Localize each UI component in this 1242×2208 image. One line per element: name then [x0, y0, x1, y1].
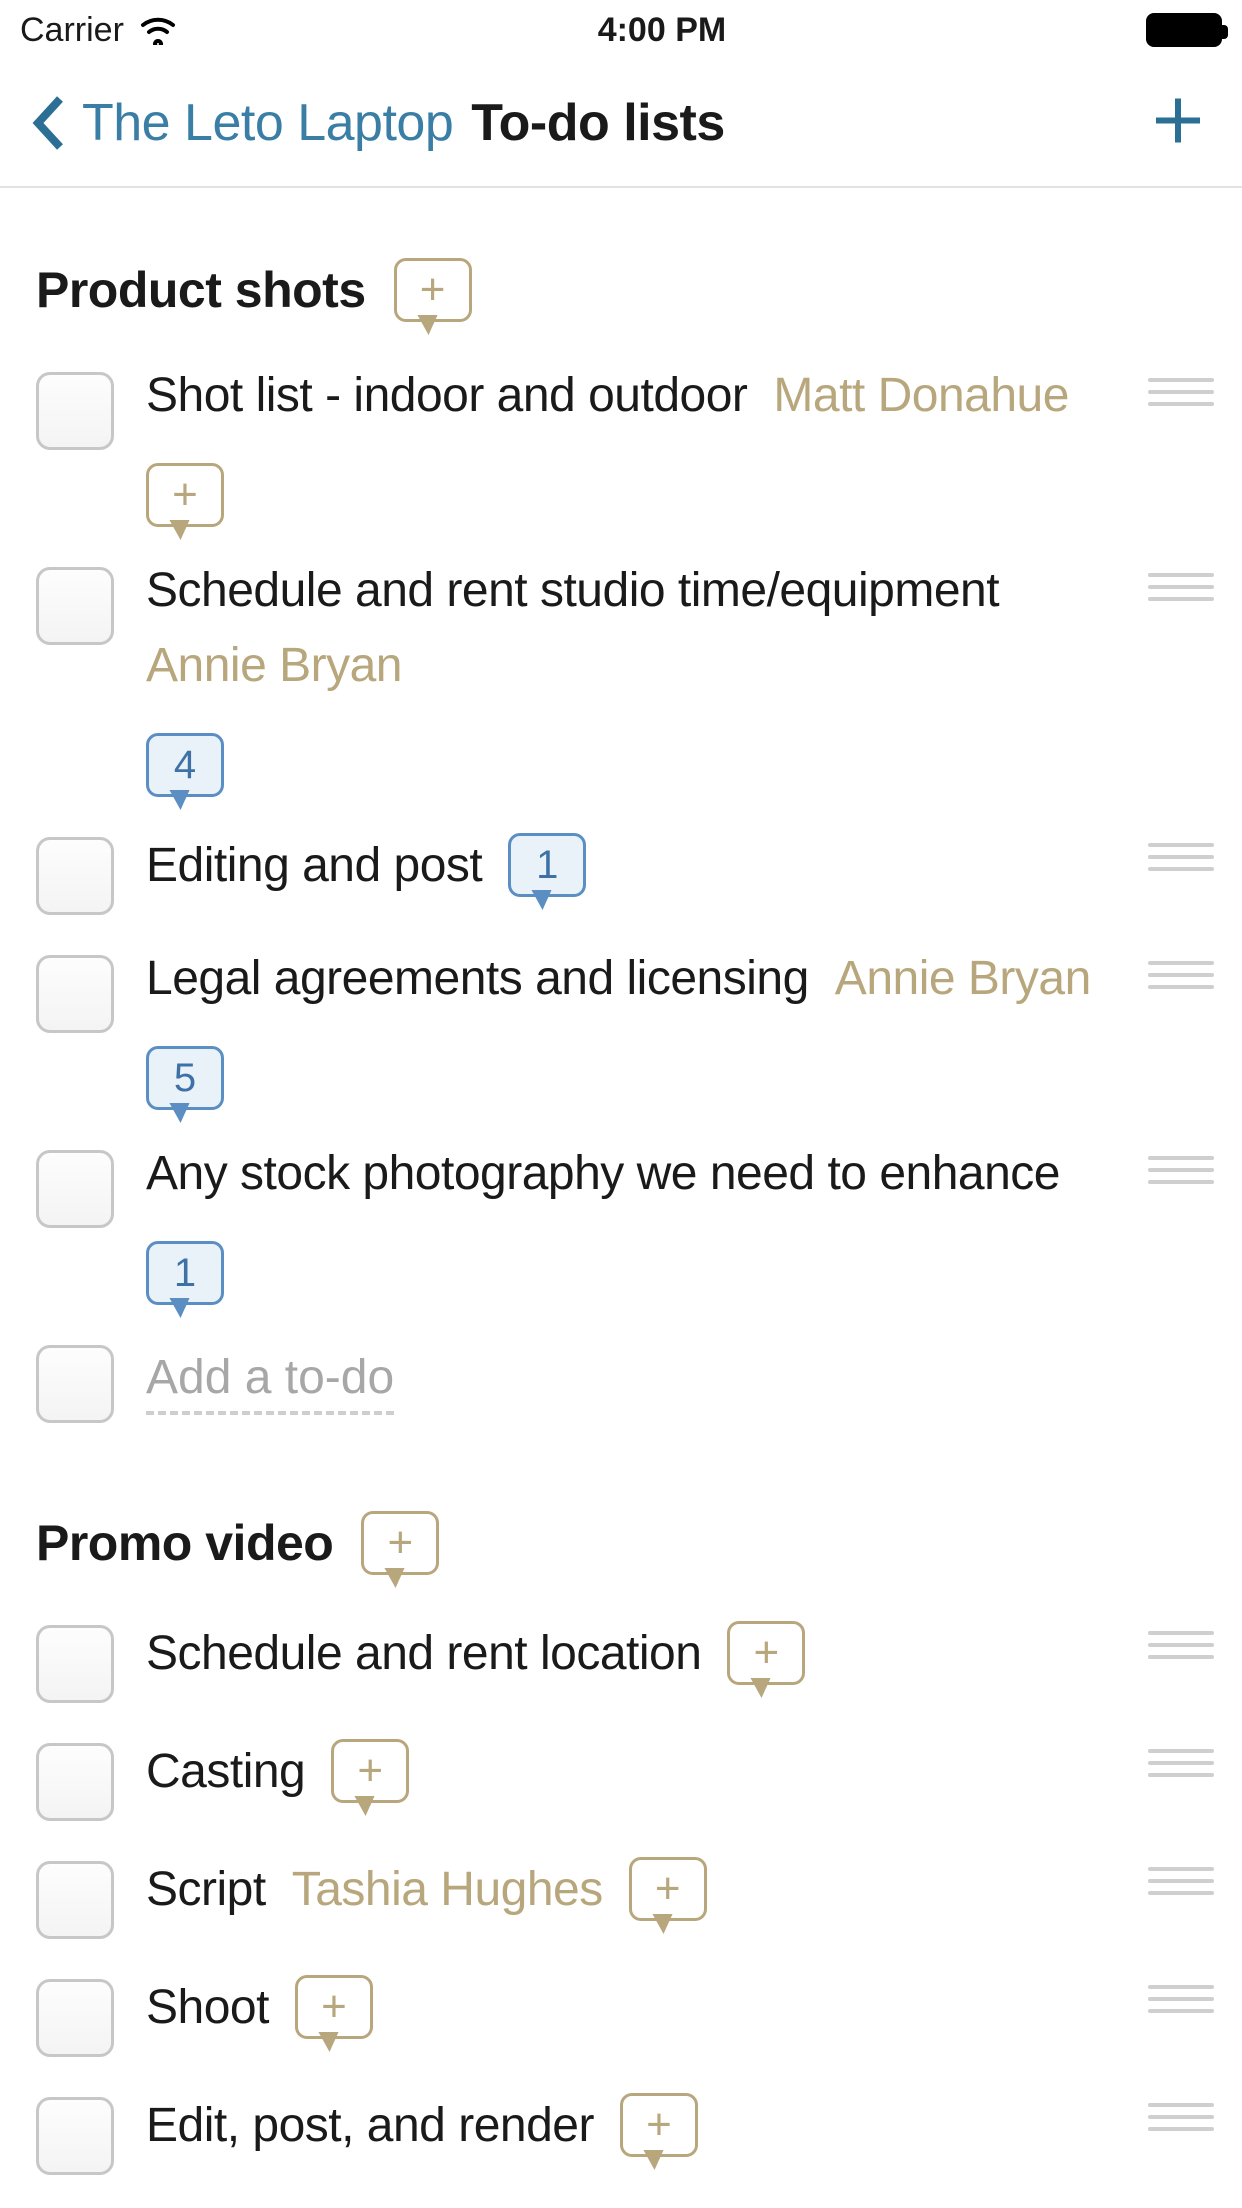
todo-checkbox[interactable]	[36, 372, 114, 450]
todo-row: Schedule and rent location +	[36, 1603, 1206, 1721]
add-list-button[interactable]	[1150, 93, 1206, 154]
todo-row: Any stock photography we need to enhance…	[36, 1128, 1206, 1323]
todo-title[interactable]: Edit, post, and render	[146, 2098, 594, 2153]
todo-checkbox[interactable]	[36, 1150, 114, 1228]
wifi-icon	[138, 15, 178, 45]
todo-title[interactable]: Schedule and rent location	[146, 1626, 701, 1681]
list-title[interactable]: Promo video	[36, 1514, 333, 1572]
battery-icon	[1146, 13, 1222, 47]
drag-handle-icon[interactable]	[1148, 372, 1214, 412]
drag-handle-icon[interactable]	[1148, 2097, 1214, 2137]
todo-assignee[interactable]: Matt Donahue	[773, 368, 1069, 423]
todo-title[interactable]: Shoot	[146, 1980, 269, 2035]
todo-title[interactable]: Editing and post	[146, 838, 482, 893]
drag-handle-icon[interactable]	[1148, 955, 1214, 995]
todo-row: Legal agreements and licensing Annie Brya…	[36, 933, 1206, 1128]
drag-handle-icon[interactable]	[1148, 837, 1214, 877]
page-title: To-do lists	[471, 93, 725, 153]
plus-icon: +	[655, 1864, 681, 1914]
add-comment-bubble[interactable]: +	[331, 1739, 409, 1803]
todo-row: Casting +	[36, 1721, 1206, 1839]
add-comment-bubble[interactable]: +	[146, 463, 224, 527]
add-comment-bubble[interactable]: +	[629, 1857, 707, 1921]
todo-title[interactable]: Script	[146, 1862, 266, 1917]
list-add-comment-bubble[interactable]: +	[361, 1511, 439, 1575]
plus-icon: +	[321, 1982, 347, 2032]
status-time: 4:00 PM	[598, 11, 727, 50]
todo-checkbox[interactable]	[36, 837, 114, 915]
todo-checkbox[interactable]	[36, 567, 114, 645]
add-comment-bubble[interactable]: +	[727, 1621, 805, 1685]
todo-title[interactable]: Legal agreements and licensing	[146, 951, 809, 1006]
plus-icon: +	[646, 2100, 672, 2150]
todo-checkbox[interactable]	[36, 1743, 114, 1821]
carrier-label: Carrier	[20, 11, 124, 50]
todo-assignee[interactable]: Tashia Hughes	[292, 1862, 603, 1917]
comment-count-bubble[interactable]: 4	[146, 733, 224, 797]
drag-handle-icon[interactable]	[1148, 1743, 1214, 1783]
todo-checkbox[interactable]	[36, 1625, 114, 1703]
back-label[interactable]: The Leto Laptop	[82, 93, 453, 153]
todo-checkbox[interactable]	[36, 955, 114, 1033]
status-bar: Carrier 4:00 PM	[0, 0, 1242, 60]
add-todo-placeholder[interactable]: Add a to-do	[146, 1350, 394, 1415]
todo-list-section: Promo video + Schedule and rent location…	[36, 1511, 1206, 2193]
drag-handle-icon[interactable]	[1148, 1150, 1214, 1190]
todo-row: Script Tashia Hughes +	[36, 1839, 1206, 1957]
todo-row: Schedule and rent studio time/equipment A…	[36, 545, 1206, 815]
list-title[interactable]: Product shots	[36, 261, 366, 319]
comment-count-bubble[interactable]: 1	[146, 1241, 224, 1305]
todo-checkbox[interactable]	[36, 1345, 114, 1423]
list-add-comment-bubble[interactable]: +	[394, 258, 472, 322]
nav-bar: The Leto Laptop To-do lists	[0, 60, 1242, 188]
todo-row: Shoot +	[36, 1957, 1206, 2075]
add-comment-bubble[interactable]: +	[295, 1975, 373, 2039]
todo-checkbox[interactable]	[36, 2097, 114, 2175]
todo-title[interactable]: Any stock photography we need to enhance	[146, 1146, 1060, 1201]
todo-checkbox[interactable]	[36, 1979, 114, 2057]
drag-handle-icon[interactable]	[1148, 1861, 1214, 1901]
drag-handle-icon[interactable]	[1148, 1979, 1214, 2019]
add-todo-row[interactable]: Add a to-do	[36, 1323, 1206, 1441]
plus-icon: +	[357, 1746, 383, 1796]
todo-list-section: Product shots + Shot list - indoor and o…	[36, 258, 1206, 1441]
todo-title[interactable]: Casting	[146, 1744, 305, 1799]
plus-icon: +	[754, 1628, 780, 1678]
comment-count-bubble[interactable]: 5	[146, 1046, 224, 1110]
todo-assignee[interactable]: Annie Bryan	[146, 638, 402, 693]
comment-count-bubble[interactable]: 1	[508, 833, 586, 897]
todo-assignee[interactable]: Annie Bryan	[835, 951, 1091, 1006]
todo-row: Edit, post, and render +	[36, 2075, 1206, 2193]
add-comment-bubble[interactable]: +	[620, 2093, 698, 2157]
todo-row: Editing and post 1	[36, 815, 1206, 933]
back-chevron-icon[interactable]	[30, 93, 66, 153]
todo-title[interactable]: Shot list - indoor and outdoor	[146, 368, 747, 423]
todo-checkbox[interactable]	[36, 1861, 114, 1939]
todo-row: Shot list - indoor and outdoor Matt Donah…	[36, 350, 1206, 545]
plus-icon: +	[387, 1518, 413, 1568]
todo-title[interactable]: Schedule and rent studio time/equipment	[146, 563, 999, 618]
drag-handle-icon[interactable]	[1148, 567, 1214, 607]
drag-handle-icon[interactable]	[1148, 1625, 1214, 1665]
plus-icon: +	[420, 265, 446, 315]
plus-icon: +	[172, 470, 198, 520]
